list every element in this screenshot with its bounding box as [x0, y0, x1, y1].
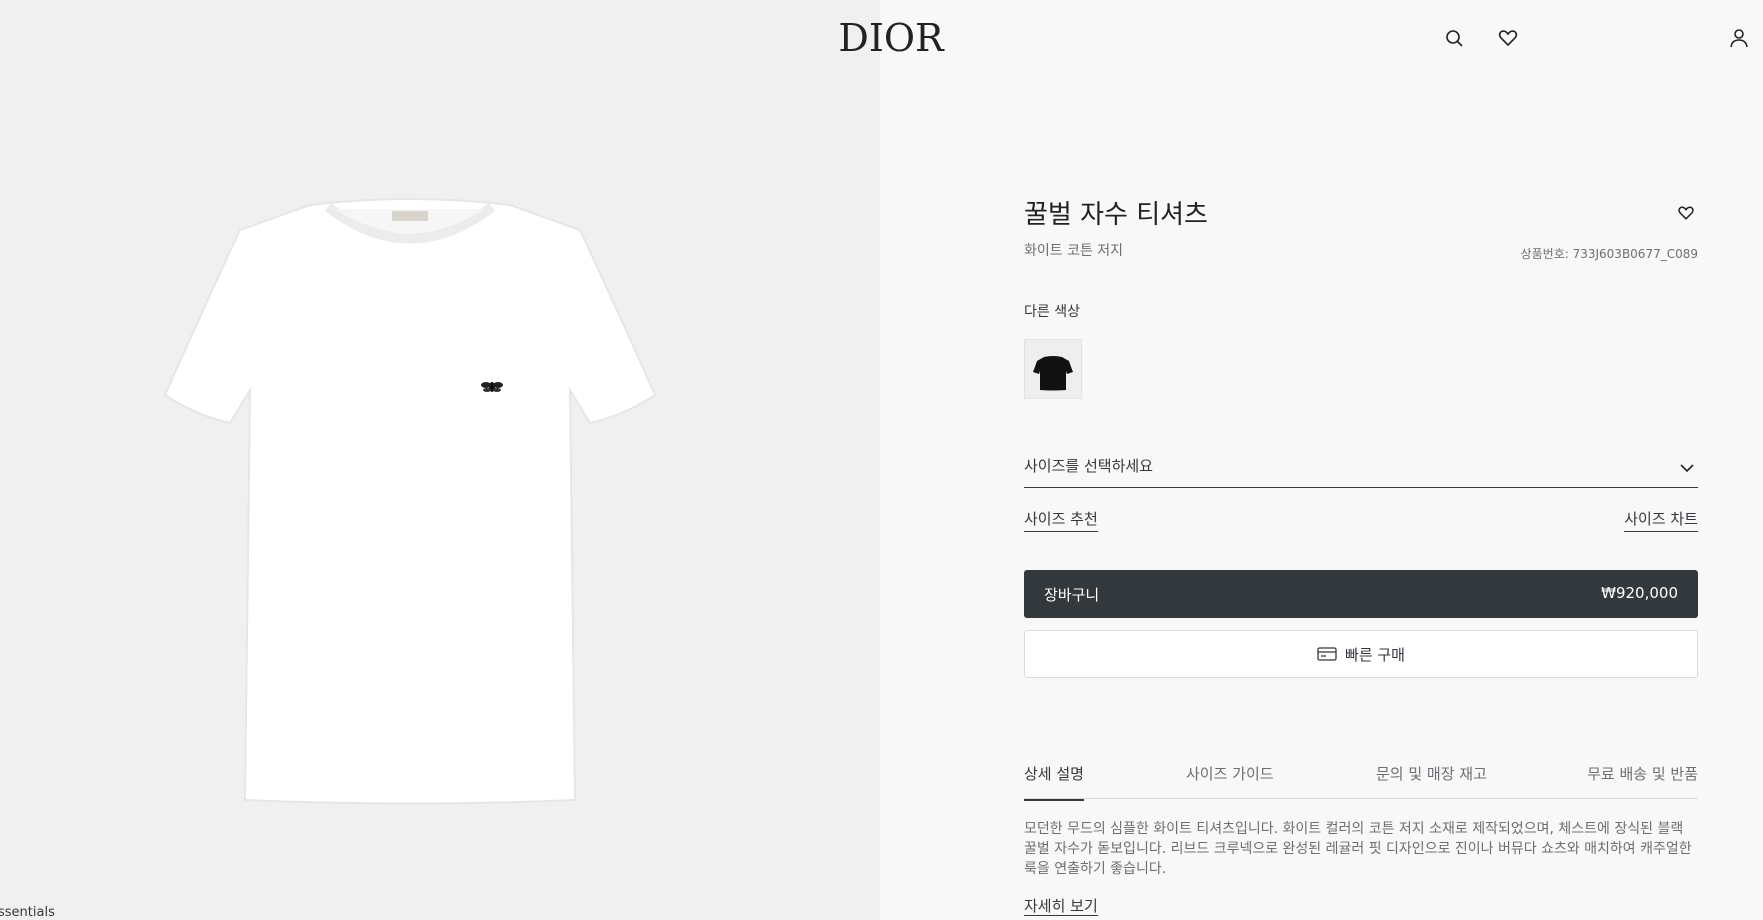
- collection-label: ssentials: [0, 905, 55, 920]
- product-description: 모던한 무드의 심플한 화이트 티셔츠입니다. 화이트 컬러의 코튼 저지 소재…: [1024, 821, 1692, 877]
- product-title: 꿀벌 자수 티셔츠: [1024, 200, 1208, 230]
- tab-description[interactable]: 상세 설명: [1024, 763, 1084, 801]
- size-select-dropdown[interactable]: 사이즈를 선택하세요: [1024, 453, 1698, 488]
- chevron-down-icon: [1680, 464, 1694, 473]
- size-chart-link[interactable]: 사이즈 차트: [1624, 508, 1698, 532]
- heart-icon[interactable]: [1496, 26, 1520, 50]
- tab-free-shipping-returns[interactable]: 무료 배송 및 반품: [1587, 763, 1698, 799]
- product-image-panel: ssentials: [0, 0, 880, 920]
- color-swatch-black[interactable]: [1024, 339, 1082, 399]
- tab-inquiry-store-stock[interactable]: 문의 및 매장 재고: [1376, 763, 1487, 799]
- credit-card-icon: [1317, 647, 1337, 661]
- quick-buy-button[interactable]: 빠른 구매: [1024, 630, 1698, 678]
- product-subtitle: 화이트 코튼 저지: [1024, 243, 1124, 259]
- user-icon[interactable]: [1727, 26, 1751, 50]
- size-select-placeholder: 사이즈를 선택하세요: [1024, 457, 1153, 475]
- tab-size-guide[interactable]: 사이즈 가이드: [1186, 763, 1274, 799]
- add-to-cart-button[interactable]: 장바구니 ₩920,000: [1024, 570, 1698, 618]
- size-recommend-link[interactable]: 사이즈 추천: [1024, 508, 1098, 532]
- product-tabs: 상세 설명 사이즈 가이드 문의 및 매장 재고 무료 배송 및 반품: [1024, 760, 1698, 801]
- bee-embroidery: [481, 382, 503, 392]
- other-colors-label: 다른 색상: [1024, 304, 1080, 320]
- collar-label: [392, 211, 428, 221]
- quick-buy-label: 빠른 구매: [1345, 645, 1405, 664]
- search-icon[interactable]: [1442, 26, 1466, 50]
- product-reference: 상품번호: 733J603B0677_C089: [1520, 247, 1698, 261]
- dior-logo[interactable]: DIOR: [836, 14, 946, 62]
- product-image-tshirt: [163, 198, 657, 805]
- product-price: ₩920,000: [1601, 584, 1678, 602]
- add-to-wishlist-heart-icon[interactable]: [1676, 203, 1696, 223]
- read-more-link[interactable]: 자세히 보기: [1024, 897, 1098, 916]
- cart-button-label: 장바구니: [1044, 586, 1100, 604]
